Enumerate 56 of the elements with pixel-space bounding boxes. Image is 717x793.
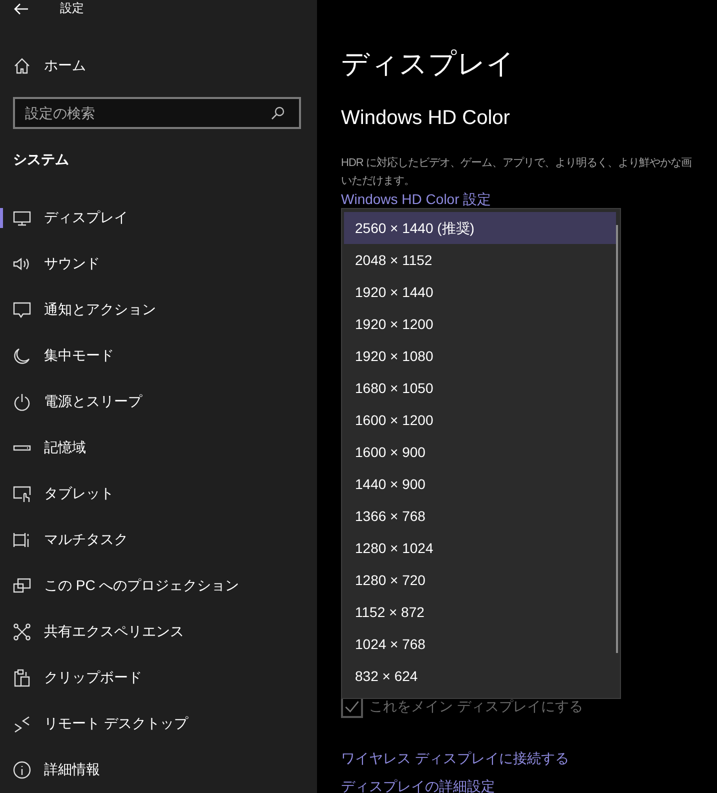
page-title: ディスプレイ <box>341 47 516 81</box>
nav-item[interactable]: リモート デスクトップ <box>0 701 317 747</box>
search-icon <box>271 106 285 120</box>
dropdown-option[interactable]: 2048 × 1152 <box>344 244 616 276</box>
dropdown-option[interactable]: 832 × 624 <box>344 660 616 692</box>
dropdown-option[interactable]: 1920 × 1080 <box>344 340 616 372</box>
nav-item[interactable]: 共有エクスペリエンス <box>0 609 317 655</box>
dropdown-option[interactable]: 1280 × 1024 <box>344 532 616 564</box>
info-icon <box>13 761 31 779</box>
section-heading: システム <box>13 150 70 169</box>
dropdown-option[interactable]: 1280 × 720 <box>344 564 616 596</box>
nav-item[interactable]: 電源とスリープ <box>0 379 317 425</box>
projection-icon <box>13 577 31 595</box>
nav-item[interactable]: 記憶域 <box>0 425 317 471</box>
nav-item[interactable]: 通知とアクション <box>0 287 317 333</box>
home-nav-item[interactable]: ホーム <box>0 57 317 75</box>
power-icon <box>13 393 31 411</box>
dropdown-option[interactable]: 1920 × 1440 <box>344 276 616 308</box>
nav-item[interactable]: サウンド <box>0 241 317 287</box>
dropdown-option[interactable]: 1600 × 1200 <box>344 404 616 436</box>
tablet-touch-icon <box>13 485 31 503</box>
dropdown-option[interactable]: 1152 × 872 <box>344 596 616 628</box>
dropdown-option[interactable]: 1920 × 1200 <box>344 308 616 340</box>
clipboard-icon <box>13 669 31 687</box>
home-icon <box>13 57 31 75</box>
back-arrow-icon[interactable] <box>13 0 29 16</box>
speaker-icon <box>13 255 31 273</box>
dropdown-option[interactable]: 1366 × 768 <box>344 500 616 532</box>
dropdown-option[interactable]: 1024 × 768 <box>344 628 616 660</box>
description-text: HDR に対応したビデオ、ゲーム、アプリで、より明るく、より鮮やかな画 <box>341 156 692 171</box>
speech-bubble-icon <box>13 301 31 319</box>
nav-item[interactable]: タブレット <box>0 471 317 517</box>
nav-item[interactable]: ディスプレイ <box>0 195 317 241</box>
description-text: いただけます。 <box>341 174 416 189</box>
search-field[interactable]: 設定の検索 <box>13 97 301 129</box>
dropdown-option[interactable]: 1440 × 900 <box>344 468 616 500</box>
scrollbar[interactable] <box>616 225 618 653</box>
settings-link[interactable]: ワイヤレス ディスプレイに接続する <box>341 748 717 768</box>
section-heading: Windows HD Color <box>341 106 511 131</box>
dropdown-option[interactable]: 1600 × 900 <box>344 436 616 468</box>
checkbox-label: これをメイン ディスプレイにする <box>369 698 583 716</box>
dropdown-option[interactable]: 1680 × 1050 <box>344 372 616 404</box>
monitor-icon <box>13 209 31 227</box>
nav-item[interactable]: 集中モード <box>0 333 317 379</box>
window-title: 設定 <box>60 0 84 17</box>
nav-item[interactable]: マルチタスク <box>0 517 317 563</box>
nav-item[interactable]: この PC へのプロジェクション <box>0 563 317 609</box>
nav-item[interactable]: 詳細情報 <box>0 747 317 793</box>
settings-link[interactable]: Windows HD Color 設定 <box>341 190 492 208</box>
nav-item[interactable]: クリップボード <box>0 655 317 701</box>
settings-link[interactable]: ディスプレイの詳細設定 <box>341 776 717 793</box>
network-nodes-icon <box>13 623 31 641</box>
moon-icon <box>13 347 31 365</box>
chevrons-icon <box>13 715 31 733</box>
dropdown-option[interactable]: 2560 × 1440 (推奨) <box>344 212 616 244</box>
multitask-icon <box>13 531 31 549</box>
